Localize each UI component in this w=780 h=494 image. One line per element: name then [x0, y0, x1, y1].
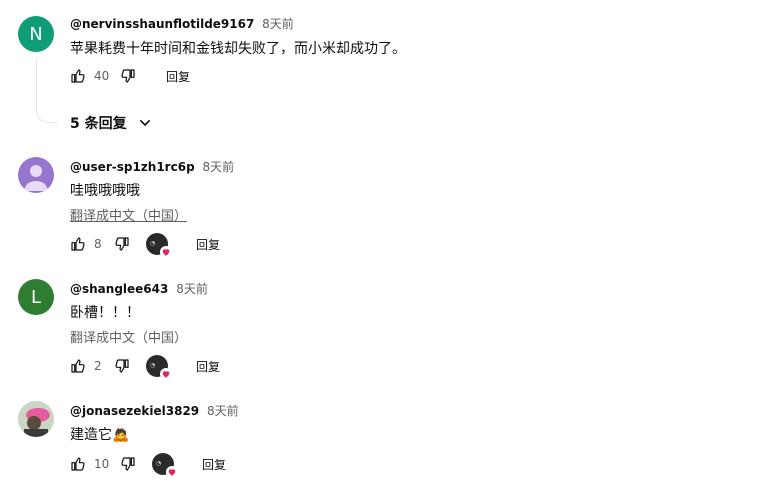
comment-actions: 8 ◔ 回复 — [70, 233, 220, 258]
creator-heart-badge: ◔ — [146, 233, 172, 258]
like-count: 40 — [94, 69, 110, 83]
thumbs-up-icon[interactable] — [70, 68, 86, 84]
comment-author[interactable]: @nervinsshaunflotilde9167 — [70, 17, 254, 31]
thumbs-down-icon[interactable] — [114, 236, 130, 252]
creator-avatar-icon: ◔ — [156, 460, 162, 467]
creator-heart-badge: ◔ — [152, 453, 178, 478]
heart-icon — [160, 246, 172, 258]
heart-icon — [166, 466, 178, 478]
comment-actions: 40 回复 — [70, 65, 190, 87]
translate-link[interactable]: 翻译成中文（中国） — [70, 327, 187, 346]
view-replies-button[interactable]: 5 条回复 — [70, 112, 153, 134]
thumbs-up-icon[interactable] — [70, 236, 86, 252]
comment-actions: 2 ◔ 回复 — [70, 355, 220, 380]
comment-text: 建造它🙇 — [70, 427, 130, 443]
comment-text: 苹果耗费十年时间和金钱却失败了，而小米却成功了。 — [70, 41, 406, 57]
comment-header: @nervinsshaunflotilde9167 8天前 — [70, 15, 294, 32]
replies-label: 5 条回复 — [70, 116, 127, 132]
avatar[interactable] — [18, 157, 54, 193]
comment-author[interactable]: @shanglee643 — [70, 282, 168, 296]
like-count: 10 — [94, 457, 110, 471]
comment-header: @shanglee643 8天前 — [70, 280, 208, 297]
avatar[interactable]: L — [18, 279, 54, 315]
comment-header: @jonasezekiel3829 8天前 — [70, 402, 239, 419]
avatar-letter: L — [30, 286, 42, 308]
like-count: 2 — [94, 359, 102, 373]
chevron-down-icon — [139, 119, 150, 127]
creator-avatar-icon: ◔ — [150, 240, 156, 247]
thumbs-up-icon[interactable] — [70, 358, 86, 374]
reply-button[interactable]: 回复 — [196, 236, 220, 253]
like-count: 8 — [94, 237, 102, 251]
comment-time[interactable]: 8天前 — [202, 160, 234, 174]
photo-avatar-icon — [18, 401, 54, 437]
avatar[interactable] — [18, 401, 54, 437]
thumbs-down-icon[interactable] — [120, 456, 136, 472]
comment-author[interactable]: @jonasezekiel3829 — [70, 404, 199, 418]
thumbs-up-icon[interactable] — [70, 456, 86, 472]
creator-heart-badge: ◔ — [146, 355, 172, 380]
reply-button[interactable]: 回复 — [196, 358, 220, 375]
thumbs-down-icon[interactable] — [120, 68, 136, 84]
avatar-letter: N — [29, 23, 43, 45]
heart-icon — [160, 368, 172, 380]
default-user-icon — [24, 165, 48, 191]
comment-header: @user-sp1zh1rc6p 8天前 — [70, 158, 234, 175]
comment-text: 哇哦哦哦哦 — [70, 183, 140, 199]
comment-author[interactable]: @user-sp1zh1rc6p — [70, 160, 195, 174]
thumbs-down-icon[interactable] — [114, 358, 130, 374]
comment-time[interactable]: 8天前 — [207, 404, 239, 418]
comment-time[interactable]: 8天前 — [176, 282, 208, 296]
thread-connector — [36, 58, 57, 123]
avatar[interactable]: N — [18, 16, 54, 52]
comment-actions: 10 ◔ 回复 — [70, 453, 226, 478]
creator-avatar-icon: ◔ — [150, 362, 156, 369]
translate-link[interactable]: 翻译成中文（中国） — [70, 205, 187, 224]
comment-time[interactable]: 8天前 — [262, 17, 294, 31]
reply-button[interactable]: 回复 — [166, 68, 190, 85]
comment-text: 卧槽！！！ — [70, 305, 140, 321]
reply-button[interactable]: 回复 — [202, 456, 226, 473]
